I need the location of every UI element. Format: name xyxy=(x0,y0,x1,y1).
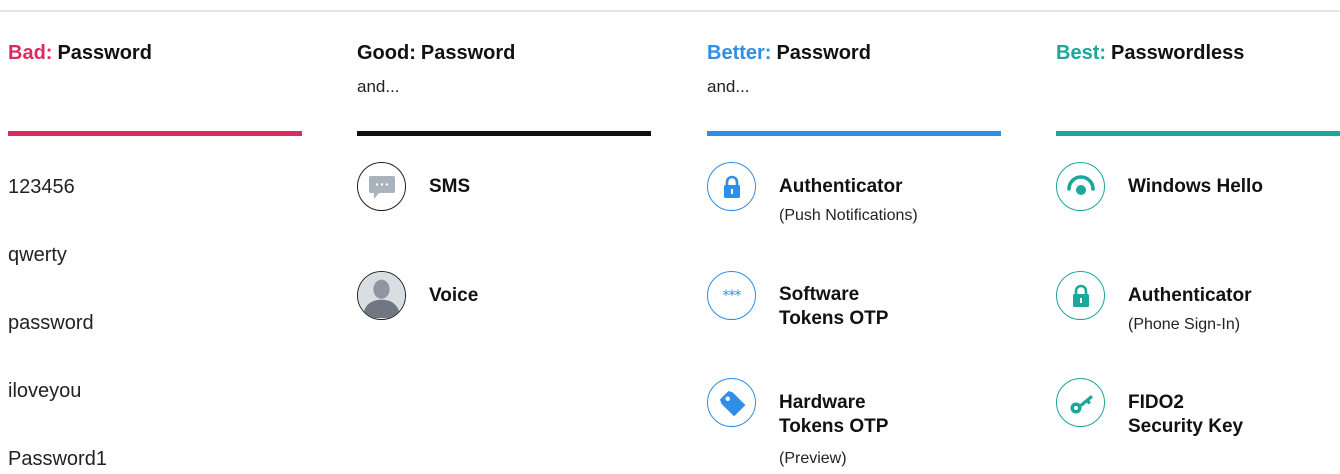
password-example: 123456 xyxy=(8,176,75,198)
method-note: (Phone Sign-In) xyxy=(1128,316,1241,333)
lock-icon xyxy=(1056,271,1105,320)
rank-label: Best: xyxy=(1056,42,1107,64)
heading-title: Passwordless xyxy=(1111,42,1245,64)
method-note: (Preview) xyxy=(779,450,847,467)
windows-hello-icon xyxy=(1056,162,1105,211)
asterisks-icon: *** xyxy=(707,271,756,320)
person-avatar-icon xyxy=(357,271,406,320)
column-underline xyxy=(1056,131,1340,136)
method-label-line2: Security Key xyxy=(1128,416,1244,437)
method-label-line2: Tokens OTP xyxy=(779,308,889,329)
column-good: Good: Password and... SMS Voice xyxy=(357,0,657,474)
column-better: Better: Password and... Authenticator (Pu… xyxy=(707,0,1007,474)
method-voice: Voice xyxy=(357,271,657,351)
heading-title: Password xyxy=(57,42,152,64)
method-authenticator-push: Authenticator (Push Notifications) xyxy=(707,162,1007,242)
method-label-line1: Software xyxy=(779,284,860,305)
column-underline xyxy=(707,131,1001,136)
method-label: SMS xyxy=(429,176,471,197)
method-authenticator-phone: Authenticator (Phone Sign-In) xyxy=(1056,271,1340,351)
rank-label: Bad: xyxy=(8,42,53,64)
lock-icon xyxy=(707,162,756,211)
heading-title: Password xyxy=(420,42,516,64)
method-note: (Push Notifications) xyxy=(779,207,918,224)
rank-label: Good: xyxy=(357,42,416,64)
password-example: iloveyou xyxy=(8,380,82,402)
column-underline xyxy=(8,131,302,136)
method-hardware-tokens: Hardware Tokens OTP (Preview) xyxy=(707,378,1007,467)
column-heading: Bad: Password xyxy=(8,42,152,65)
heading-subtitle: and... xyxy=(707,77,750,96)
method-label-line1: Hardware xyxy=(779,392,866,413)
method-label: Windows Hello xyxy=(1128,176,1263,197)
column-bad: Bad: Password 123456 qwerty password ilov… xyxy=(8,0,308,474)
password-example: qwerty xyxy=(8,244,67,266)
method-windows-hello: Windows Hello xyxy=(1056,162,1340,242)
password-example: password xyxy=(8,312,94,334)
asterisks-text: *** xyxy=(722,287,742,304)
heading-title: Password xyxy=(776,42,871,64)
method-software-tokens: *** Software Tokens OTP xyxy=(707,271,1007,351)
column-heading: Best: Passwordless xyxy=(1056,42,1244,65)
hardware-token-tag-icon xyxy=(707,378,756,427)
column-underline xyxy=(357,131,651,136)
key-icon xyxy=(1056,378,1105,427)
method-label-line2: Tokens OTP xyxy=(779,416,889,437)
column-heading: Better: Password xyxy=(707,42,871,65)
column-best: Best: Passwordless Windows Hello Authenti… xyxy=(1056,0,1340,474)
method-fido2-key: FIDO2 Security Key xyxy=(1056,378,1340,458)
column-heading: Good: Password xyxy=(357,42,515,65)
method-label-line1: FIDO2 xyxy=(1128,392,1184,413)
method-label: Authenticator xyxy=(1128,285,1252,306)
method-label: Voice xyxy=(429,285,479,306)
sms-chat-icon xyxy=(357,162,406,211)
heading-subtitle: and... xyxy=(357,77,400,96)
method-sms: SMS xyxy=(357,162,657,242)
password-example: Password1 xyxy=(8,448,107,470)
rank-label: Better: xyxy=(707,42,772,64)
method-label: Authenticator xyxy=(779,176,903,197)
